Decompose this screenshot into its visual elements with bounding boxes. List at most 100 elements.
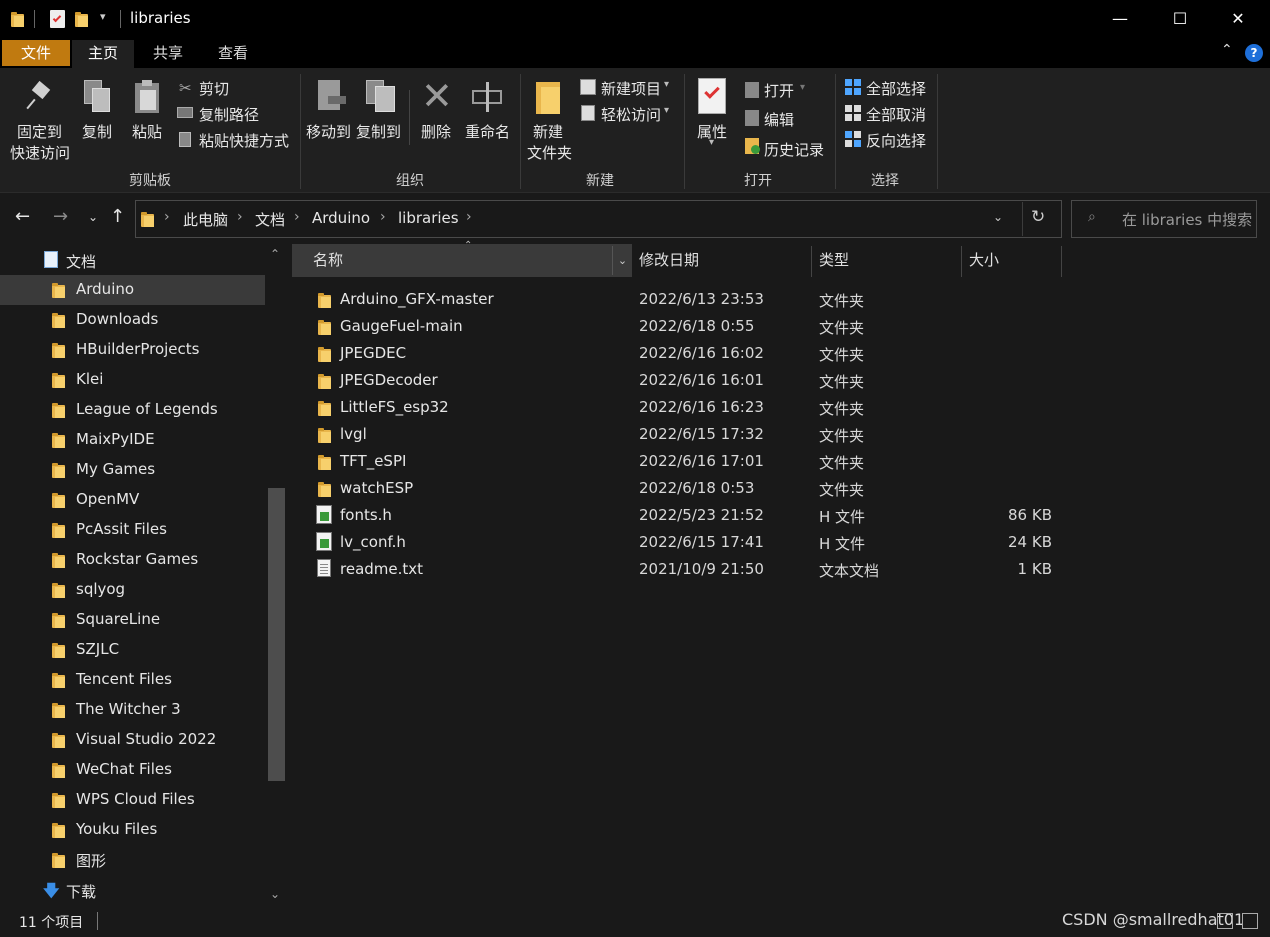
nav-item[interactable]: Visual Studio 2022 xyxy=(0,725,265,755)
cut-button[interactable]: 剪切 xyxy=(199,78,229,99)
nav-item[interactable]: Youku Files xyxy=(0,815,265,845)
scroll-down-icon[interactable]: ⌄ xyxy=(270,887,280,901)
nav-item[interactable]: sqlyog xyxy=(0,575,265,605)
paste-shortcut-button[interactable]: 粘贴快捷方式 xyxy=(199,130,289,151)
customize-toolbar-icon[interactable]: ▾ xyxy=(100,10,106,23)
pin-quick-access-label-1[interactable]: 固定到 xyxy=(17,121,62,142)
breadcrumb-chevron-icon[interactable]: › xyxy=(466,209,472,225)
easy-access-button[interactable]: 轻松访问 xyxy=(601,104,661,125)
recent-locations-icon[interactable]: ⌄ xyxy=(88,210,98,224)
file-row[interactable]: JPEGDEC 2022/6/16 16:02 文件夹 xyxy=(300,340,1060,367)
nav-item[interactable]: My Games xyxy=(0,455,265,485)
invert-selection-button[interactable]: 反向选择 xyxy=(866,130,926,151)
file-row[interactable]: Arduino_GFX-master 2022/6/13 23:53 文件夹 xyxy=(300,286,1060,313)
new-item-button[interactable]: 新建项目 xyxy=(601,78,661,99)
breadcrumb-chevron-icon[interactable]: › xyxy=(237,209,243,225)
nav-item[interactable]: League of Legends xyxy=(0,395,265,425)
large-icons-view-icon[interactable] xyxy=(1242,913,1258,929)
column-header-date[interactable]: 修改日期 xyxy=(639,244,699,277)
breadcrumb-chevron-icon[interactable]: › xyxy=(294,209,300,225)
column-header-size[interactable]: 大小 xyxy=(969,244,999,277)
close-button[interactable]: ✕ xyxy=(1215,0,1261,38)
column-header-name[interactable]: 名称 xyxy=(313,244,343,277)
tab-view[interactable]: 查看 xyxy=(203,40,263,66)
open-button[interactable]: 打开 xyxy=(764,80,794,101)
nav-item[interactable]: PcAssit Files xyxy=(0,515,265,545)
column-divider[interactable] xyxy=(961,246,962,277)
file-name: JPEGDEC xyxy=(340,344,407,362)
file-row[interactable]: lvgl 2022/6/15 17:32 文件夹 xyxy=(300,421,1060,448)
nav-item[interactable]: WPS Cloud Files xyxy=(0,785,265,815)
new-folder-label-1[interactable]: 新建 xyxy=(533,121,563,142)
file-row[interactable]: JPEGDecoder 2022/6/16 16:01 文件夹 xyxy=(300,367,1060,394)
nav-item[interactable]: Arduino xyxy=(0,275,265,305)
forward-icon[interactable]: → xyxy=(53,206,68,227)
history-button[interactable]: 历史记录 xyxy=(764,139,824,160)
maximize-button[interactable]: ☐ xyxy=(1157,0,1203,38)
breadcrumb-this-pc[interactable]: 此电脑 xyxy=(183,209,228,230)
refresh-icon[interactable]: ↻ xyxy=(1031,207,1045,227)
delete-button[interactable]: 删除 xyxy=(421,121,451,142)
nav-item[interactable]: SZJLC xyxy=(0,635,265,665)
move-to-button[interactable]: 移动到 xyxy=(306,121,351,142)
back-icon[interactable]: ← xyxy=(15,206,30,227)
nav-item[interactable]: Rockstar Games xyxy=(0,545,265,575)
tab-share[interactable]: 共享 xyxy=(138,40,198,66)
nav-item[interactable]: WeChat Files xyxy=(0,755,265,785)
nav-item[interactable]: Klei xyxy=(0,365,265,395)
column-filter-chevron-icon[interactable]: ⌄ xyxy=(612,246,632,275)
search-input[interactable]: 在 libraries 中搜索 xyxy=(1122,209,1252,230)
column-header-type[interactable]: 类型 xyxy=(819,244,849,277)
select-all-button[interactable]: 全部选择 xyxy=(866,78,926,99)
file-row[interactable]: watchESP 2022/6/18 0:53 文件夹 xyxy=(300,475,1060,502)
edit-button[interactable]: 编辑 xyxy=(764,109,794,130)
new-folder-quick-icon[interactable] xyxy=(75,11,88,27)
paste-button[interactable]: 粘贴 xyxy=(132,121,162,142)
column-divider[interactable] xyxy=(811,246,812,277)
properties-quick-icon[interactable] xyxy=(50,10,65,28)
file-row[interactable]: LittleFS_esp32 2022/6/16 16:23 文件夹 xyxy=(300,394,1060,421)
nav-scrollbar-thumb[interactable] xyxy=(268,488,285,781)
tab-home[interactable]: 主页 xyxy=(72,40,134,70)
file-row[interactable]: readme.txt 2021/10/9 21:50 文本文档 1 KB xyxy=(300,556,1060,583)
breadcrumb-documents[interactable]: 文档 xyxy=(255,209,285,230)
file-row[interactable]: GaugeFuel-main 2022/6/18 0:55 文件夹 xyxy=(300,313,1060,340)
help-icon[interactable]: ? xyxy=(1245,44,1263,62)
up-icon[interactable]: ↑ xyxy=(110,206,125,227)
nav-item[interactable]: Tencent Files xyxy=(0,665,265,695)
nav-item-label: WPS Cloud Files xyxy=(76,790,195,808)
copy-to-button[interactable]: 复制到 xyxy=(356,121,401,142)
nav-item[interactable]: SquareLine xyxy=(0,605,265,635)
nav-downloads[interactable]: 下载 xyxy=(66,881,96,902)
scroll-up-icon[interactable]: ⌃ xyxy=(270,247,280,261)
copy-button[interactable]: 复制 xyxy=(82,121,112,142)
tab-file[interactable]: 文件 xyxy=(2,40,70,66)
file-row[interactable]: TFT_eSPI 2022/6/16 17:01 文件夹 xyxy=(300,448,1060,475)
breadcrumb-chevron-icon[interactable]: › xyxy=(380,209,386,225)
nav-item[interactable]: Downloads xyxy=(0,305,265,335)
column-divider[interactable] xyxy=(1061,246,1062,277)
address-history-icon[interactable]: ⌄ xyxy=(993,210,1003,224)
chevron-down-icon: ▾ xyxy=(800,82,806,93)
new-folder-label-2[interactable]: 文件夹 xyxy=(527,142,572,163)
nav-item[interactable]: 图形 xyxy=(0,845,265,875)
breadcrumb-chevron-icon[interactable]: › xyxy=(164,209,170,225)
nav-item[interactable]: MaixPyIDE xyxy=(0,425,265,455)
breadcrumb-arduino[interactable]: Arduino xyxy=(312,209,370,227)
breadcrumb-libraries[interactable]: libraries xyxy=(398,209,459,227)
file-row[interactable]: lv_conf.h 2022/6/15 17:41 H 文件 24 KB xyxy=(300,529,1060,556)
nav-item[interactable]: OpenMV xyxy=(0,485,265,515)
details-view-icon[interactable] xyxy=(1217,913,1233,929)
minimize-button[interactable]: — xyxy=(1097,0,1143,38)
folder-icon xyxy=(52,702,65,718)
rename-button[interactable]: 重命名 xyxy=(465,121,510,142)
nav-item[interactable]: The Witcher 3 xyxy=(0,695,265,725)
collapse-ribbon-icon[interactable]: ⌃ xyxy=(1221,42,1233,58)
nav-item[interactable]: HBuilderProjects xyxy=(0,335,265,365)
copy-path-button[interactable]: 复制路径 xyxy=(199,104,259,125)
file-name: readme.txt xyxy=(340,560,424,578)
file-row[interactable]: fonts.h 2022/5/23 21:52 H 文件 86 KB xyxy=(300,502,1060,529)
pin-quick-access-label-2[interactable]: 快速访问 xyxy=(10,142,70,163)
select-none-button[interactable]: 全部取消 xyxy=(866,104,926,125)
nav-parent-documents[interactable]: 文档 xyxy=(66,251,96,272)
